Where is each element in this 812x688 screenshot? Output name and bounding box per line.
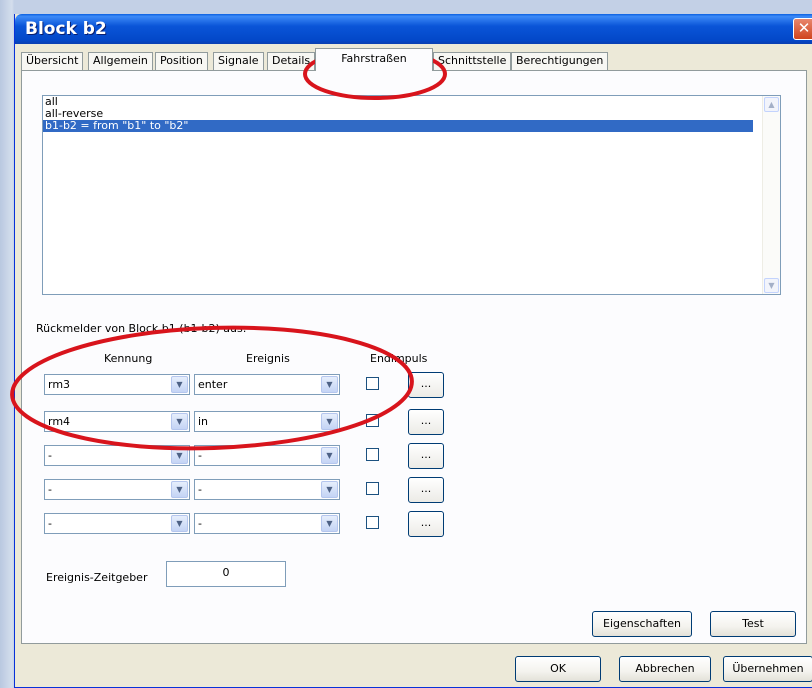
row-options-button[interactable]: ... [408,372,444,398]
ereignis-combo[interactable]: - ▼ [194,513,340,534]
chevron-down-icon[interactable]: ▼ [321,447,338,464]
vertical-scrollbar[interactable]: ▲ ▼ [762,96,780,294]
ok-button[interactable]: OK [515,656,601,682]
row-options-button[interactable]: ... [408,511,444,537]
tab-schnittstelle[interactable]: Schnittstelle [433,52,512,70]
kennung-combo[interactable]: - ▼ [44,513,190,534]
tab-berechtigungen[interactable]: Berechtigungen [511,52,609,70]
scroll-up-icon[interactable]: ▲ [764,97,779,112]
ereignis-combo[interactable]: enter ▼ [194,374,340,395]
header-endimpuls: Endimpuls [370,352,428,365]
endimpuls-checkbox[interactable] [366,377,379,390]
routes-listbox[interactable]: all all-reverse b1-b2 = from "b1" to "b2… [42,95,781,295]
header-ereignis: Ereignis [246,352,290,365]
scroll-down-icon[interactable]: ▼ [764,278,779,293]
tab-allgemein[interactable]: Allgemein [88,52,153,70]
close-button[interactable]: ✕ [793,18,812,40]
chevron-down-icon[interactable]: ▼ [171,376,188,393]
ereignis-combo[interactable]: in ▼ [194,411,340,432]
window-title: Block b2 [25,19,107,39]
endimpuls-checkbox[interactable] [366,516,379,529]
ereignis-combo[interactable]: - ▼ [194,445,340,466]
endimpuls-checkbox[interactable] [366,414,379,427]
sensor-group-label: Rückmelder von Block b1 (b1-b2) aus: [36,322,247,335]
chevron-down-icon[interactable]: ▼ [321,413,338,430]
block-properties-dialog: Block b2 ✕ Übersicht Allgemein Position … [14,14,812,688]
properties-button[interactable]: Eigenschaften [592,611,692,637]
tab-signale[interactable]: Signale [213,52,264,70]
row-options-button[interactable]: ... [408,409,444,435]
list-item[interactable]: all [43,96,780,108]
chevron-down-icon[interactable]: ▼ [321,515,338,532]
ereignis-combo[interactable]: - ▼ [194,479,340,500]
kennung-combo[interactable]: - ▼ [44,445,190,466]
close-icon: ✕ [797,19,811,37]
timer-input[interactable]: 0 [166,561,286,587]
tab-fahrstrassen[interactable]: Fahrstraßen [315,48,433,71]
chevron-down-icon[interactable]: ▼ [171,447,188,464]
chevron-down-icon[interactable]: ▼ [321,481,338,498]
chevron-down-icon[interactable]: ▼ [321,376,338,393]
header-kennung: Kennung [104,352,153,365]
endimpuls-checkbox[interactable] [366,482,379,495]
kennung-combo[interactable]: rm3 ▼ [44,374,190,395]
chevron-down-icon[interactable]: ▼ [171,413,188,430]
tab-position[interactable]: Position [155,52,208,70]
tab-uebersicht[interactable]: Übersicht [21,52,84,70]
test-button[interactable]: Test [710,611,796,637]
chevron-down-icon[interactable]: ▼ [171,515,188,532]
fahrstrassen-panel: all all-reverse b1-b2 = from "b1" to "b2… [21,70,807,644]
kennung-combo[interactable]: rm4 ▼ [44,411,190,432]
row-options-button[interactable]: ... [408,477,444,503]
chevron-down-icon[interactable]: ▼ [171,481,188,498]
cancel-button[interactable]: Abbrechen [619,656,711,682]
timer-label: Ereignis-Zeitgeber [46,571,148,584]
list-item-selected[interactable]: b1-b2 = from "b1" to "b2" [43,120,753,132]
endimpuls-checkbox[interactable] [366,448,379,461]
kennung-combo[interactable]: - ▼ [44,479,190,500]
tab-details[interactable]: Details [267,52,316,70]
apply-button[interactable]: Übernehmen [723,656,812,682]
title-bar[interactable]: Block b2 ✕ [15,14,812,44]
row-options-button[interactable]: ... [408,443,444,469]
